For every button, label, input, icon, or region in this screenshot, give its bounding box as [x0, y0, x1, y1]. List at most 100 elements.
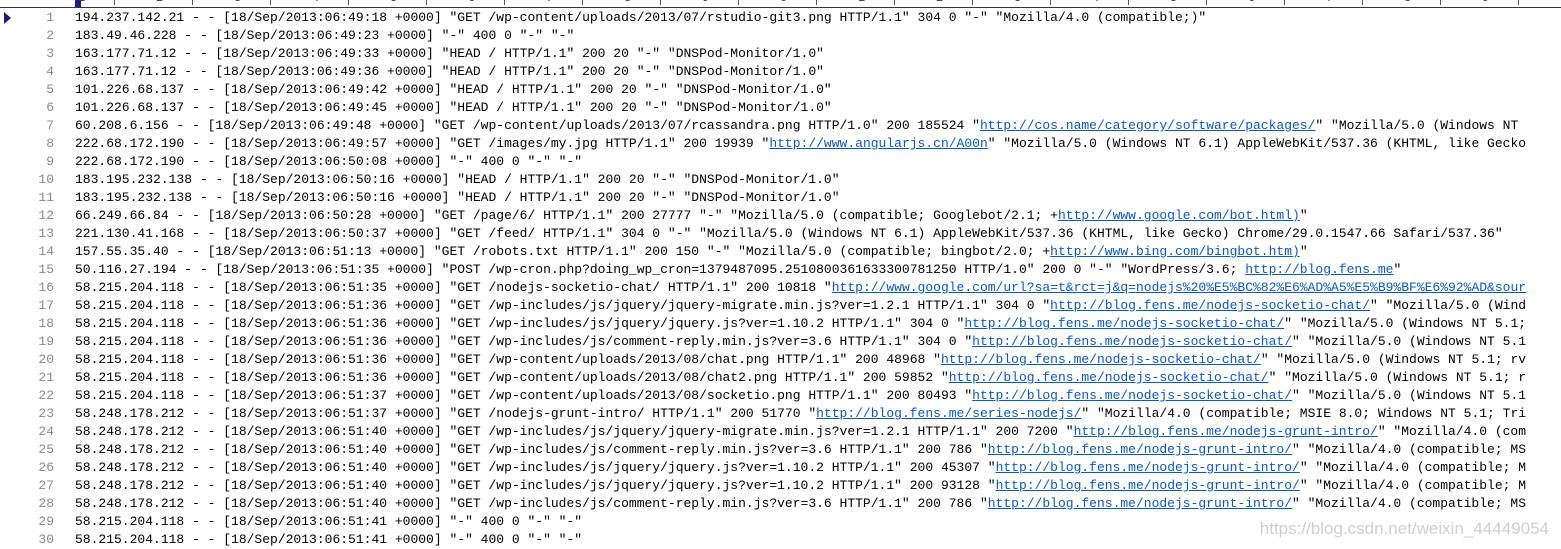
ruler-tick — [660, 0, 661, 5]
line-text-segment: " "Mozilla/4.0 (com — [1377, 424, 1527, 439]
log-line[interactable]: 4 163.177.71.12 - - [18/Sep/2013:06:49:36… — [0, 63, 1561, 81]
line-text: 157.55.35.40 - - [18/Sep/2013:06:51:13 +… — [75, 243, 1308, 261]
line-text-segment: 58.215.204.118 - - [18/Sep/2013:06:51:35… — [75, 280, 832, 295]
line-text: 58.248.178.212 - - [18/Sep/2013:06:51:40… — [75, 459, 1526, 477]
url-link[interactable]: http://www.angularjs.cn/A00n — [769, 136, 987, 151]
url-link[interactable]: http://blog.fens.me/nodejs-socketio-chat… — [1050, 298, 1370, 313]
log-line[interactable]: 18 58.215.204.118 - - [18/Sep/2013:06:51:… — [0, 315, 1561, 333]
line-text-segment: 194.237.142.21 - - [18/Sep/2013:06:49:18… — [75, 10, 1207, 25]
line-text-segment: 58.215.204.118 - - [18/Sep/2013:06:51:36… — [75, 334, 973, 349]
log-line[interactable]: 26 58.248.178.212 - - [18/Sep/2013:06:51:… — [0, 459, 1561, 477]
log-line[interactable]: 3 163.177.71.12 - - [18/Sep/2013:06:49:33… — [0, 45, 1561, 63]
line-text: 183.195.232.138 - - [18/Sep/2013:06:50:1… — [75, 171, 840, 189]
line-number: 28 — [38, 496, 54, 511]
log-line[interactable]: 10 183.195.232.138 - - [18/Sep/2013:06:50… — [0, 171, 1561, 189]
log-line[interactable]: 7 60.208.6.156 - - [18/Sep/2013:06:49:48 … — [0, 117, 1561, 135]
line-text-segment: " "Mozilla/4.0 (compatible; MS — [1292, 442, 1527, 457]
log-line[interactable]: 11 183.195.232.138 - - [18/Sep/2013:06:50… — [0, 189, 1561, 207]
line-number: 10 — [38, 172, 54, 187]
url-link[interactable]: http://blog.fens.me/nodejs-socketio-chat… — [972, 388, 1292, 403]
log-line[interactable]: 9 222.68.172.190 - - [18/Sep/2013:06:50:0… — [0, 153, 1561, 171]
url-link[interactable]: http://blog.fens.me/nodejs-socketio-chat… — [964, 316, 1284, 331]
ruler-tick — [1284, 0, 1285, 5]
line-text: 58.248.178.212 - - [18/Sep/2013:06:51:40… — [75, 441, 1526, 459]
log-line[interactable]: 13 221.130.41.168 - - [18/Sep/2013:06:50:… — [0, 225, 1561, 243]
url-link[interactable]: http://blog.fens.me/nodejs-socketio-chat… — [949, 370, 1269, 385]
line-number: 22 — [38, 388, 54, 403]
url-link[interactable]: http://www.google.com/bot.html) — [1058, 208, 1300, 223]
log-line[interactable]: 19 58.215.204.118 - - [18/Sep/2013:06:51:… — [0, 333, 1561, 351]
line-text-segment: 157.55.35.40 - - [18/Sep/2013:06:51:13 +… — [75, 244, 1051, 259]
log-line[interactable]: 12 66.249.66.84 - - [18/Sep/2013:06:50:28… — [0, 207, 1561, 225]
line-text-segment: 58.215.204.118 - - [18/Sep/2013:06:51:36… — [75, 298, 1051, 313]
log-line[interactable]: 6 101.226.68.137 - - [18/Sep/2013:06:49:4… — [0, 99, 1561, 117]
line-text-segment: " "Mozilla/5.0 (Windows NT 5.1; r — [1268, 370, 1527, 385]
log-line[interactable]: 8 222.68.172.190 - - [18/Sep/2013:06:49:5… — [0, 135, 1561, 153]
line-number: 18 — [38, 316, 54, 331]
ruler-tick — [270, 0, 271, 5]
line-text: 58.215.204.118 - - [18/Sep/2013:06:51:41… — [75, 531, 582, 549]
log-line[interactable]: 28 58.248.178.212 - - [18/Sep/2013:06:51:… — [0, 495, 1561, 513]
line-text-segment: 58.248.178.212 - - [18/Sep/2013:06:51:40… — [75, 442, 988, 457]
line-text-segment: 101.226.68.137 - - [18/Sep/2013:06:49:42… — [75, 82, 832, 97]
ruler-tick — [582, 0, 583, 5]
url-link[interactable]: http://blog.fens.me/nodejs-grunt-intro/ — [1074, 424, 1378, 439]
ruler-tick — [192, 0, 193, 5]
log-line[interactable]: 23 58.248.178.212 - - [18/Sep/2013:06:51:… — [0, 405, 1561, 423]
ruler-tick — [1518, 0, 1519, 5]
url-link[interactable]: http://blog.fens.me/nodejs-grunt-intro/ — [988, 496, 1292, 511]
line-text-segment: 163.177.71.12 - - [18/Sep/2013:06:49:36 … — [75, 64, 824, 79]
url-link[interactable]: http://blog.fens.me/series-nodejs/ — [816, 406, 1081, 421]
line-text-segment: 221.130.41.168 - - [18/Sep/2013:06:50:37… — [75, 226, 1503, 241]
url-link[interactable]: http://blog.fens.me/nodejs-grunt-intro/ — [996, 478, 1300, 493]
url-link[interactable]: http://www.bing.com/bingbot.htm) — [1050, 244, 1300, 259]
line-text: 183.195.232.138 - - [18/Sep/2013:06:50:1… — [75, 189, 840, 207]
line-text: 58.248.178.212 - - [18/Sep/2013:06:51:40… — [75, 423, 1526, 441]
line-number: 2 — [46, 28, 54, 43]
line-number: 26 — [38, 460, 54, 475]
log-line[interactable]: 24 58.248.178.212 - - [18/Sep/2013:06:51:… — [0, 423, 1561, 441]
line-number: 9 — [46, 154, 54, 169]
ruler-digit: 3 — [1014, 0, 1021, 5]
ruler-digit: 4 — [1092, 0, 1099, 5]
line-number: 27 — [38, 478, 54, 493]
log-line[interactable]: 1 194.237.142.21 - - [18/Sep/2013:06:49:1… — [0, 9, 1561, 27]
log-line[interactable]: 5 101.226.68.137 - - [18/Sep/2013:06:49:4… — [0, 81, 1561, 99]
ruler-digit: 7 — [1326, 0, 1333, 5]
url-link[interactable]: http://blog.fens.me/nodejs-grunt-intro/ — [996, 460, 1300, 475]
url-link[interactable]: http://blog.fens.me/nodejs-socketio-chat… — [972, 334, 1292, 349]
log-line[interactable]: 15 50.116.27.194 - - [18/Sep/2013:06:51:3… — [0, 261, 1561, 279]
url-link[interactable]: http://blog.fens.me — [1245, 262, 1393, 277]
url-link[interactable]: http://www.google.com/url?sa=t&rct=j&q=n… — [832, 280, 1526, 295]
log-line[interactable]: 25 58.248.178.212 - - [18/Sep/2013:06:51:… — [0, 441, 1561, 459]
log-line[interactable]: 2 183.49.46.228 - - [18/Sep/2013:06:49:23… — [0, 27, 1561, 45]
line-text-segment: " "Mozilla/5.0 (Windows NT 5.1 — [1292, 388, 1527, 403]
line-text-segment: " "Mozilla/5.0 (Windows NT — [1315, 118, 1519, 133]
line-text: 58.248.178.212 - - [18/Sep/2013:06:51:37… — [75, 405, 1526, 423]
line-number: 1 — [46, 10, 54, 25]
log-line[interactable]: 16 58.215.204.118 - - [18/Sep/2013:06:51:… — [0, 279, 1561, 297]
watermark: https://blog.csdn.net/weixin_44449054 — [1259, 519, 1549, 538]
ruler-digit: 6 — [1248, 0, 1255, 5]
line-text: 183.49.46.228 - - [18/Sep/2013:06:49:23 … — [75, 27, 574, 45]
log-line[interactable]: 27 58.248.178.212 - - [18/Sep/2013:06:51:… — [0, 477, 1561, 495]
line-text-segment: " "Mozilla/4.0 (compatible; MSIE 8.0; Wi… — [1081, 406, 1527, 421]
log-line[interactable]: 22 58.215.204.118 - - [18/Sep/2013:06:51:… — [0, 387, 1561, 405]
url-link[interactable]: http://cos.name/category/software/packag… — [980, 118, 1315, 133]
log-line[interactable]: 14 157.55.35.40 - - [18/Sep/2013:06:51:13… — [0, 243, 1561, 261]
line-number: 23 — [38, 406, 54, 421]
log-line[interactable]: 21 58.215.204.118 - - [18/Sep/2013:06:51:… — [0, 369, 1561, 387]
log-line[interactable]: 20 58.215.204.118 - - [18/Sep/2013:06:51:… — [0, 351, 1561, 369]
ruler-tick — [426, 0, 427, 5]
log-line[interactable]: 17 58.215.204.118 - - [18/Sep/2013:06:51:… — [0, 297, 1561, 315]
ruler-digit: 9 — [702, 0, 709, 5]
url-link[interactable]: http://blog.fens.me/nodejs-socketio-chat… — [941, 352, 1261, 367]
line-number: 19 — [38, 334, 54, 349]
line-number: 5 — [46, 82, 54, 97]
line-text-segment: " — [1299, 208, 1308, 223]
url-link[interactable]: http://blog.fens.me/nodejs-grunt-intro/ — [988, 442, 1292, 457]
text-editor[interactable]: 1 194.237.142.21 - - [18/Sep/2013:06:49:1… — [0, 9, 1561, 549]
line-text-segment: 58.215.204.118 - - [18/Sep/2013:06:51:36… — [75, 370, 949, 385]
line-text-segment: 66.249.66.84 - - [18/Sep/2013:06:50:28 +… — [75, 208, 1058, 223]
ruler-digit: 3 — [234, 0, 241, 5]
